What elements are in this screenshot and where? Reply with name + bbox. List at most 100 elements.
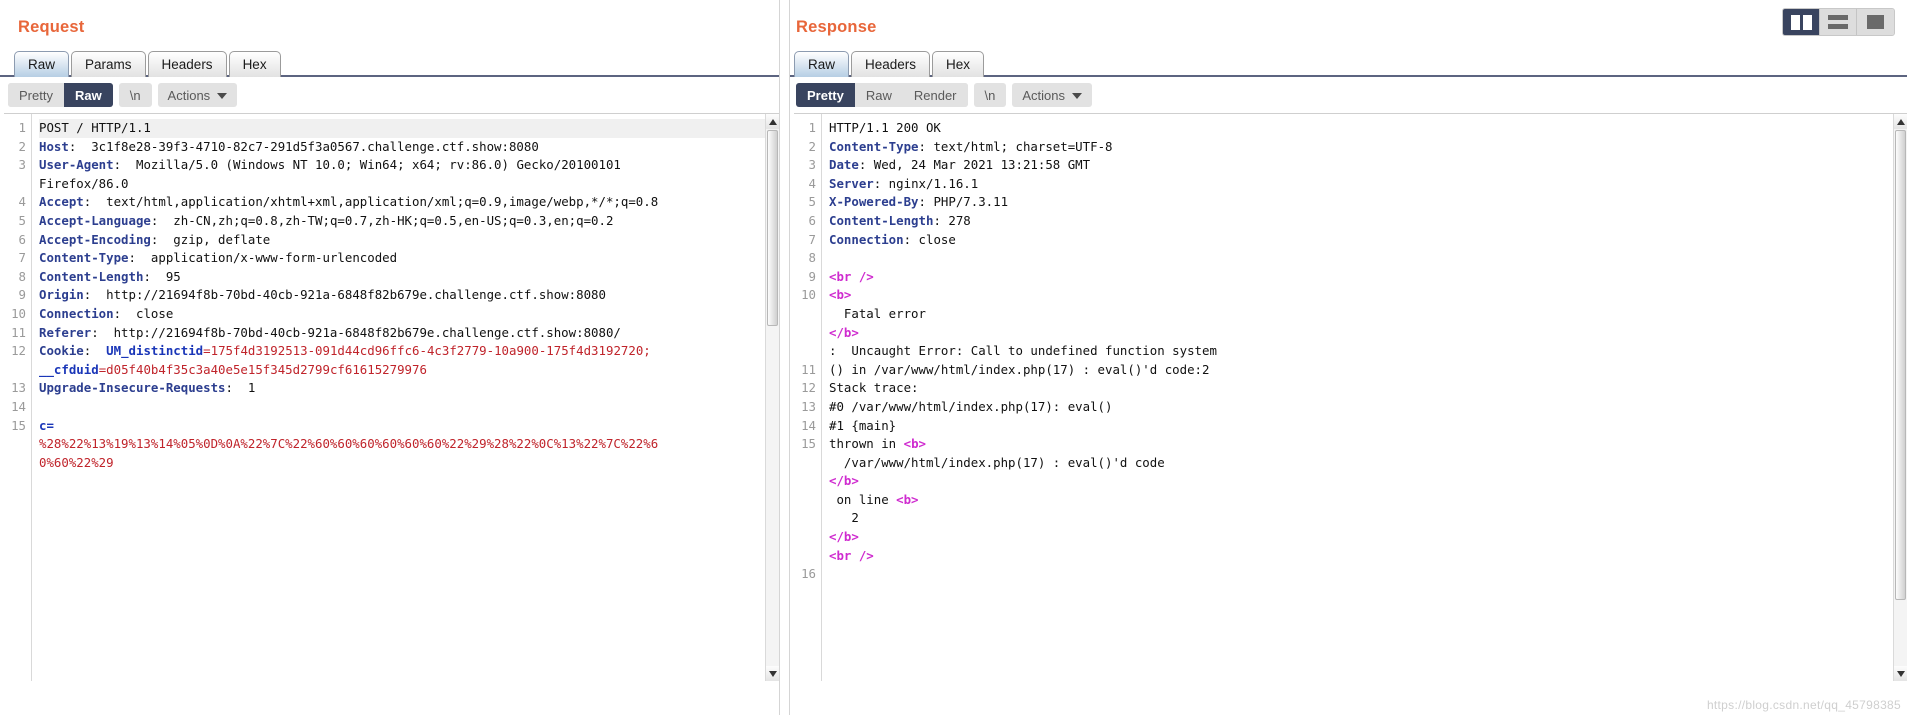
request-scroll-down-icon[interactable] (766, 666, 779, 681)
request-text[interactable]: POST / HTTP/1.1 Host: 3c1f8e28-39f3-4710-… (32, 114, 765, 681)
response-vertical-scrollbar[interactable] (1893, 114, 1907, 681)
response-tab-hex[interactable]: Hex (932, 51, 985, 77)
pane-splitter[interactable] (779, 0, 790, 715)
code-span: : 1 (225, 380, 256, 396)
code-span: : PHP/7.3.11 (918, 194, 1009, 210)
response-pretty-button[interactable]: Pretty (796, 83, 855, 107)
code-line[interactable]: thrown in <b> (829, 435, 1893, 454)
code-span: Content-Type (829, 138, 919, 154)
code-line[interactable] (829, 249, 1893, 268)
line-number (794, 528, 816, 547)
request-vertical-scrollbar[interactable] (765, 114, 779, 681)
code-line[interactable]: X-Powered-By: PHP/7.3.11 (829, 193, 1893, 212)
code-line[interactable]: Content-Type: text/html; charset=UTF-8 (829, 138, 1893, 157)
response-newline-button[interactable]: \n (973, 83, 1007, 107)
code-line[interactable]: Stack trace: (829, 379, 1893, 398)
code-line[interactable]: #0 /var/www/html/index.php(17): eval() (829, 398, 1893, 417)
request-tabstrip[interactable]: Raw Params Headers Hex (0, 49, 779, 77)
request-scroll-up-icon[interactable] (766, 114, 779, 129)
code-line[interactable]: Fatal error (829, 305, 1893, 324)
request-tab-headers[interactable]: Headers (147, 51, 227, 77)
response-code[interactable]: 1 2 3 4 5 6 7 8 9 10 11 12 13 14 15 16 HTTP/1.1 200 OK C… (794, 114, 1893, 681)
code-line[interactable]: Host: 3c1f8e28-39f3-4710-82c7-291d5f3a05… (39, 138, 765, 157)
code-line[interactable]: Server: nginx/1.16.1 (829, 175, 1893, 194)
code-span: : nginx/1.16.1 (873, 175, 979, 191)
response-title: Response (796, 18, 877, 36)
code-span: : 95 (143, 268, 181, 284)
request-pretty-button[interactable]: Pretty (8, 83, 64, 107)
code-line[interactable]: <b> (829, 286, 1893, 305)
code-line[interactable]: c= (39, 417, 765, 436)
code-line[interactable]: on line <b> (829, 491, 1893, 510)
code-line[interactable]: POST / HTTP/1.1 (39, 119, 765, 138)
response-actions-button[interactable]: Actions (1012, 83, 1092, 107)
response-text[interactable]: HTTP/1.1 200 OK Content-Type: text/html; … (822, 114, 1893, 681)
response-tabstrip[interactable]: Raw Headers Hex (790, 49, 1907, 77)
response-tab-headers[interactable]: Headers (851, 51, 931, 77)
code-line[interactable]: __cfduid=d05f40b4f35c3a40e5e15f345d2799c… (39, 361, 765, 380)
code-line[interactable]: Referer: http://21694f8b-70bd-40cb-921a-… (39, 324, 765, 343)
code-line[interactable]: HTTP/1.1 200 OK (829, 119, 1893, 138)
response-raw-button[interactable]: Raw (854, 83, 903, 107)
code-line[interactable]: Origin: http://21694f8b-70bd-40cb-921a-6… (39, 286, 765, 305)
code-line[interactable]: 0%60%22%29 (39, 454, 765, 473)
code-line[interactable]: Upgrade-Insecure-Requests: 1 (39, 379, 765, 398)
line-number: 13 (11, 380, 26, 396)
code-line[interactable]: Cookie: UM_distinctid=175f4d3192513-091d… (39, 342, 765, 361)
response-actions-label: Actions (1022, 87, 1065, 103)
code-line[interactable]: Date: Wed, 24 Mar 2021 13:21:58 GMT (829, 156, 1893, 175)
request-raw-button[interactable]: Raw (63, 83, 113, 107)
code-line[interactable]: Connection: close (829, 231, 1893, 250)
response-scroll-down-icon[interactable] (1894, 666, 1907, 681)
code-line[interactable]: </b> (829, 472, 1893, 491)
line-number: 6 (808, 212, 816, 228)
code-line[interactable]: %28%22%13%19%13%14%05%0D%0A%22%7C%22%60%… (39, 435, 765, 454)
code-line[interactable]: () in /var/www/html/index.php(17) : eval… (829, 361, 1893, 380)
line-number: 16 (801, 566, 816, 582)
line-number (794, 491, 816, 510)
code-line[interactable]: User-Agent: Mozilla/5.0 (Windows NT 10.0… (39, 156, 765, 175)
code-line[interactable]: : Uncaught Error: Call to undefined func… (829, 342, 1893, 361)
request-scroll-thumb[interactable] (767, 130, 778, 326)
code-line[interactable]: Content-Length: 95 (39, 268, 765, 287)
request-pretty-raw-group[interactable]: Pretty Raw (8, 83, 113, 107)
response-scroll-thumb[interactable] (1895, 130, 1906, 600)
request-actions-button[interactable]: Actions (157, 83, 238, 107)
line-number: 1 (18, 120, 26, 135)
line-number: 5 (18, 212, 26, 228)
code-line[interactable]: Accept-Language: zh-CN,zh;q=0.8,zh-TW;q=… (39, 212, 765, 231)
response-tab-raw[interactable]: Raw (794, 51, 850, 77)
response-view-group[interactable]: Pretty Raw Render (796, 83, 968, 107)
code-line[interactable]: <br /> (829, 547, 1893, 566)
response-pane: Response Raw Headers Hex Pretty Raw Render… (790, 0, 1907, 715)
request-editor[interactable]: 1 2 3 4 5 6 7 8 9 10 11 12 13 14 15 POST / HTTP/1.1 Hos… (4, 113, 779, 681)
code-line[interactable]: <br /> (829, 268, 1893, 287)
code-line[interactable]: 2 (829, 509, 1893, 528)
code-line[interactable] (39, 398, 765, 417)
code-line[interactable]: Accept: text/html,application/xhtml+xml,… (39, 193, 765, 212)
code-line[interactable]: Connection: close (39, 305, 765, 324)
code-line[interactable]: Content-Type: application/x-www-form-url… (39, 249, 765, 268)
response-render-button[interactable]: Render (902, 83, 968, 107)
line-number: 9 (18, 287, 26, 303)
code-line[interactable]: </b> (829, 528, 1893, 547)
code-span: on line (829, 491, 897, 507)
code-line[interactable]: #1 {main} (829, 417, 1893, 436)
line-number: 2 (808, 138, 816, 154)
code-line[interactable] (829, 565, 1893, 584)
response-scroll-up-icon[interactable] (1894, 114, 1907, 129)
code-span: <b> (829, 287, 852, 303)
response-editor[interactable]: 1 2 3 4 5 6 7 8 9 10 11 12 13 14 15 16 HTTP/1.1 200 OK C… (794, 113, 1907, 681)
request-tab-params[interactable]: Params (71, 51, 146, 77)
code-line[interactable]: Content-Length: 278 (829, 212, 1893, 231)
code-span: Origin (39, 287, 84, 303)
burp-repeater-window: Request Raw Params Headers Hex Pretty Raw \… (0, 0, 1907, 715)
request-tab-raw[interactable]: Raw (14, 51, 70, 77)
code-line[interactable]: </b> (829, 324, 1893, 343)
code-line[interactable]: Accept-Encoding: gzip, deflate (39, 231, 765, 250)
code-line[interactable]: /var/www/html/index.php(17) : eval()'d c… (829, 454, 1893, 473)
request-newline-button[interactable]: \n (118, 83, 152, 107)
code-line[interactable]: Firefox/86.0 (39, 175, 765, 194)
request-code[interactable]: 1 2 3 4 5 6 7 8 9 10 11 12 13 14 15 POST / HTTP/1.1 Hos… (4, 114, 765, 681)
request-tab-hex[interactable]: Hex (228, 51, 281, 77)
